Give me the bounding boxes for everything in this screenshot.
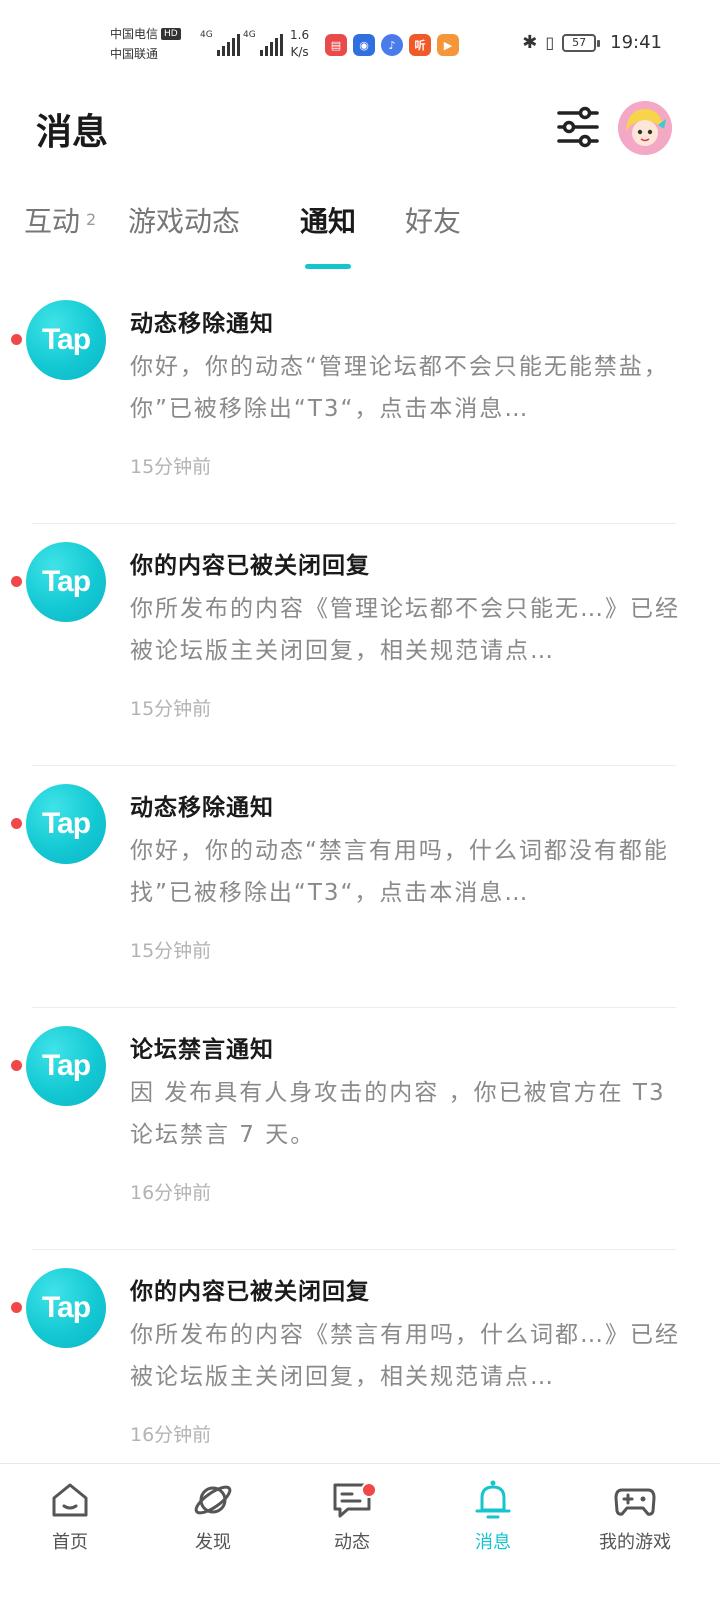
video-app-icon: ▶	[437, 34, 459, 56]
notification-item[interactable]: Tap 动态移除通知 你好，你的动态“管理论坛都不会只能无能禁盐，你”已被移除出…	[0, 282, 720, 524]
nav-my-games[interactable]: 我的游戏	[575, 1478, 695, 1554]
tap-logo-icon: Tap	[26, 1268, 106, 1348]
unread-badge	[361, 1482, 377, 1498]
notification-time: 15分钟前	[130, 698, 212, 720]
tab-count-badge: 2	[86, 210, 97, 229]
music-app-icon: ♪	[381, 34, 403, 56]
bulb-app-icon: ◉	[353, 34, 375, 56]
sliders-icon	[557, 106, 599, 148]
nav-home[interactable]: 首页	[10, 1478, 130, 1554]
notification-body: 你所发布的内容《管理论坛都不会只能无…》已经被论坛版主关闭回复，相关规范请点…	[130, 596, 680, 664]
planet-icon	[194, 1485, 232, 1515]
notification-app-icons: ▤ ◉ ♪ 听 ▶ ···	[325, 34, 493, 56]
clock: 19:41	[610, 32, 662, 53]
signal-icon-1: 4G	[200, 30, 240, 56]
notification-title: 你的内容已被关闭回复	[130, 1279, 370, 1305]
unread-dot	[11, 334, 22, 345]
notification-body: 你好，你的动态“禁言有用吗，什么词都没有都能找”已被移除出“T3“，点击本消息…	[130, 838, 669, 906]
notification-body: 你好，你的动态“管理论坛都不会只能无能禁盐，你”已被移除出“T3“，点击本消息…	[130, 354, 669, 422]
unread-dot	[11, 576, 22, 587]
carrier-1: 中国电信	[110, 27, 159, 41]
home-icon	[52, 1483, 88, 1517]
bottom-navigation: 首页 发现 动态 消息 我的游戏	[0, 1463, 720, 1600]
notification-title: 动态移除通知	[130, 795, 274, 821]
notification-title: 你的内容已被关闭回复	[130, 553, 370, 579]
gamepad-icon	[614, 1488, 656, 1516]
tab-friends[interactable]: 好友	[405, 200, 461, 240]
book-app-icon: ▤	[325, 34, 347, 56]
notification-item[interactable]: Tap 你的内容已被关闭回复 你所发布的内容《管理论坛都不会只能无…》已经被论坛…	[0, 524, 720, 766]
active-tab-indicator	[305, 264, 351, 269]
avatar-image	[618, 101, 672, 155]
tab-notifications[interactable]: 通知	[300, 200, 356, 240]
notification-title: 论坛禁言通知	[130, 1037, 274, 1063]
page-title: 消息	[36, 112, 109, 153]
notification-list: Tap 动态移除通知 你好，你的动态“管理论坛都不会只能无能禁盐，你”已被移除出…	[0, 282, 720, 1492]
tap-logo-icon: Tap	[26, 1026, 106, 1106]
message-tabs: 互动 2 游戏动态 通知 好友	[24, 200, 704, 270]
more-dots: ···	[474, 38, 490, 52]
notification-body: 你所发布的内容《禁言有用吗，什么词都…》已经被论坛版主关闭回复，相关规范请点…	[130, 1322, 680, 1390]
notification-item[interactable]: Tap 论坛禁言通知 因 发布具有人身攻击的内容 ，你已被官方在 T3 论坛禁言…	[0, 1008, 720, 1250]
tab-game-updates[interactable]: 游戏动态	[128, 200, 240, 240]
vibrate-icon: ▯	[545, 33, 555, 52]
listen-app-icon: 听	[409, 34, 431, 56]
tap-logo-icon: Tap	[26, 542, 106, 622]
network-speed: 1.6 K/s	[290, 28, 310, 59]
notification-item[interactable]: Tap 动态移除通知 你好，你的动态“禁言有用吗，什么词都没有都能找”已被移除出…	[0, 766, 720, 1008]
hd-badge: HD	[161, 28, 181, 40]
nav-discover[interactable]: 发现	[153, 1478, 273, 1554]
unread-dot	[11, 1060, 22, 1071]
signal-icon-2: 4G	[243, 30, 283, 56]
filter-settings-button[interactable]	[555, 104, 601, 150]
notification-body: 因 发布具有人身攻击的内容 ，你已被官方在 T3 论坛禁言 7 天。	[130, 1080, 666, 1148]
bell-icon	[475, 1480, 511, 1519]
nav-messages[interactable]: 消息	[433, 1478, 553, 1554]
notification-time: 16分钟前	[130, 1424, 212, 1446]
notification-time: 16分钟前	[130, 1182, 212, 1204]
notification-item[interactable]: Tap 你的内容已被关闭回复 你所发布的内容《禁言有用吗，什么词都…》已经被论坛…	[0, 1250, 720, 1492]
battery-icon: 57	[562, 33, 601, 52]
tap-logo-icon: Tap	[26, 784, 106, 864]
nav-feed[interactable]: 动态	[292, 1478, 412, 1554]
bluetooth-icon: ✱	[522, 32, 538, 53]
carrier-info: 中国电信 HD 中国联通	[110, 24, 181, 64]
status-bar: 中国电信 HD 中国联通 4G 4G 1.6 K/s ▤ ◉ ♪ 听 ▶ ··· …	[0, 0, 720, 90]
notification-time: 15分钟前	[130, 456, 212, 478]
tap-logo-icon: Tap	[26, 300, 106, 380]
system-status: ✱ ▯ 57 19:41	[522, 32, 662, 53]
notification-time: 15分钟前	[130, 940, 212, 962]
carrier-2: 中国联通	[110, 47, 159, 61]
tab-interaction[interactable]: 互动 2	[24, 200, 96, 240]
unread-dot	[11, 818, 22, 829]
notification-title: 动态移除通知	[130, 311, 274, 337]
unread-dot	[11, 1302, 22, 1313]
user-avatar[interactable]	[618, 101, 672, 155]
